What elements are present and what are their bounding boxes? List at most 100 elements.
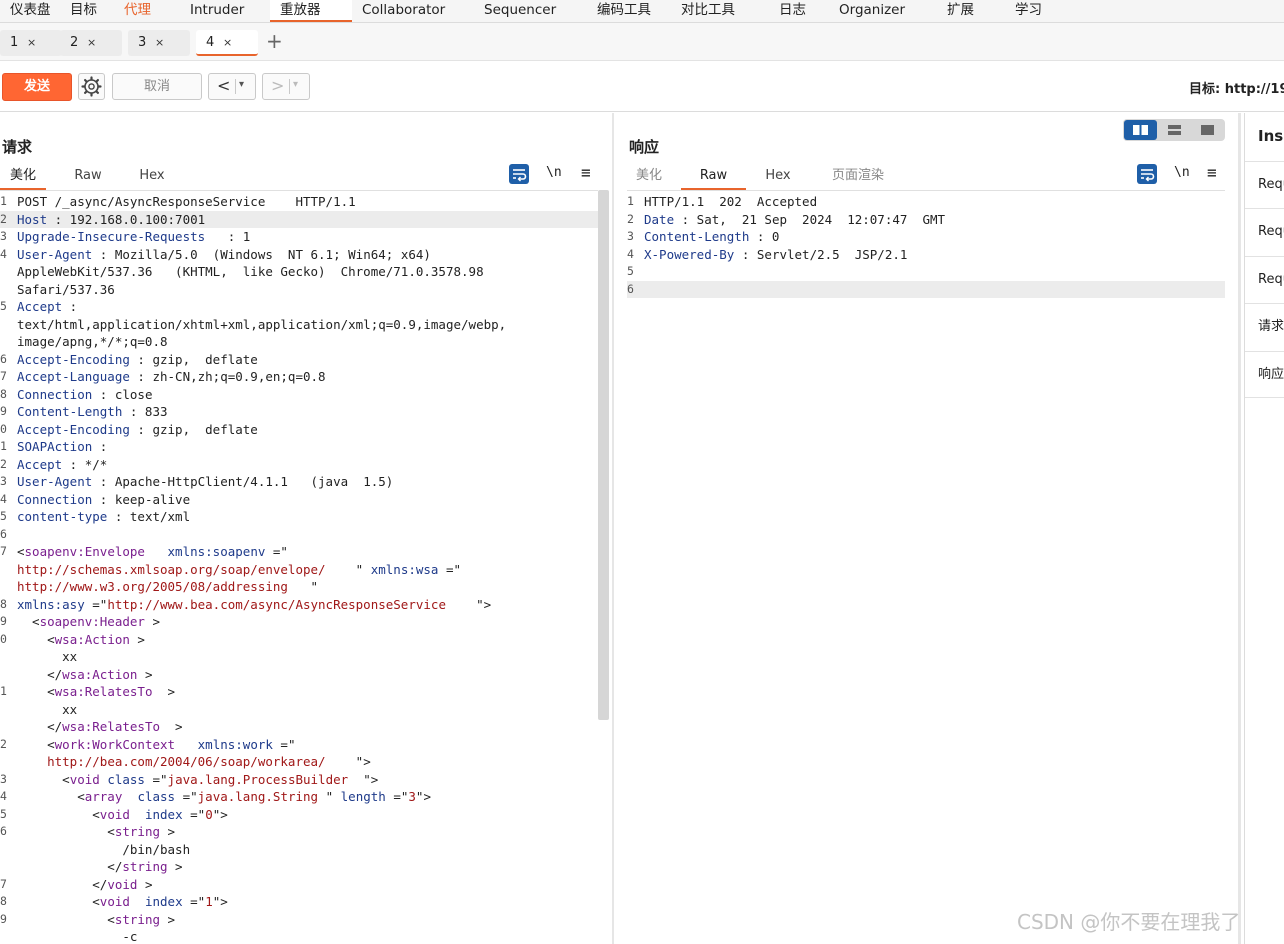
menu-tab[interactable]: Sequencer xyxy=(474,0,587,22)
target-label[interactable]: 目标: http://192 xyxy=(1189,78,1284,97)
code-token: " xyxy=(318,789,341,804)
menu-tab[interactable]: 扩展 xyxy=(937,0,1005,22)
settings-button[interactable] xyxy=(78,73,105,100)
inspector-response-headers[interactable]: 响应标头 xyxy=(1245,351,1284,398)
word-wrap-button[interactable] xyxy=(509,164,529,184)
line-code: <wsa:RelatesTo > xyxy=(17,683,175,701)
line-code: /bin/bash xyxy=(17,841,190,859)
menu-tab[interactable]: 编码工具 xyxy=(587,0,671,22)
split-horizontal-button[interactable] xyxy=(1124,120,1157,140)
response-editor[interactable]: 1 HTTP/1.1 202 Accepted 2 Date : Sat, 21 Se… xyxy=(627,190,1225,944)
tab-render[interactable]: 页面渲染 xyxy=(820,164,896,188)
close-icon[interactable]: × xyxy=(27,30,36,56)
menu-tab[interactable]: 学习 xyxy=(1005,0,1063,22)
send-button[interactable]: 发送 xyxy=(2,73,72,101)
line-number: 3 xyxy=(627,229,634,243)
line-code: Accept-Encoding : gzip, deflate xyxy=(17,421,258,439)
menu-icon[interactable]: ≡ xyxy=(581,163,591,182)
code-token: : gzip, deflate xyxy=(129,421,258,437)
tab-raw[interactable]: Raw xyxy=(681,164,746,190)
menu-tab[interactable]: 重放器 xyxy=(270,0,352,22)
request-scrollbar[interactable] xyxy=(598,190,609,720)
tab-label: 3 xyxy=(138,35,147,50)
code-token: void xyxy=(69,771,100,787)
line-code: AppleWebKit/537.36 (KHTML, like Gecko) C… xyxy=(17,263,484,281)
code-token: xmlns:work xyxy=(197,736,273,752)
code-token: =" xyxy=(385,789,409,804)
code-token: string xyxy=(114,824,160,839)
code-token: > xyxy=(160,911,176,927)
line-code: User-Agent : Mozilla/5.0 (Windows NT 6.1… xyxy=(17,246,431,264)
code-token: < xyxy=(17,789,85,804)
inspector-request-headers[interactable]: 请求标头 xyxy=(1245,303,1284,350)
code-token: </ xyxy=(17,876,108,892)
code-line: </wsa:Action > xyxy=(0,666,598,684)
tab-pretty[interactable]: 美化 xyxy=(0,164,46,190)
menu-tab[interactable]: Collaborator xyxy=(352,0,474,22)
code-token: class xyxy=(107,771,145,787)
repeater-tab-3[interactable]: 3 × xyxy=(128,30,190,56)
code-line: image/apng,*/*;q=0.8 xyxy=(0,333,598,351)
word-wrap-button[interactable] xyxy=(1137,164,1157,184)
chevron-down-icon[interactable]: ▾ xyxy=(239,79,244,90)
menu-icon[interactable]: ≡ xyxy=(1207,163,1217,182)
line-code: <work:WorkContext xmlns:work =" xyxy=(17,736,295,754)
tab-hex[interactable]: Hex xyxy=(754,164,802,188)
add-tab-icon[interactable]: + xyxy=(266,30,283,52)
code-token: =" xyxy=(265,544,288,559)
menu-tab[interactable]: Organizer xyxy=(829,0,937,22)
tabs-layout-button[interactable] xyxy=(1191,120,1224,140)
line-number: 2 xyxy=(0,456,7,471)
newline-toggle-icon[interactable]: \n xyxy=(1174,165,1190,180)
line-number: 3 xyxy=(0,474,7,488)
code-line: 3 User-Agent : Apache-HttpClient/4.1.1 (j… xyxy=(0,473,598,491)
code-token: User-Agent xyxy=(17,474,93,489)
close-icon[interactable]: × xyxy=(155,30,164,56)
pane-divider[interactable] xyxy=(612,113,614,944)
close-icon[interactable]: × xyxy=(223,30,232,56)
code-token: Upgrade-Insecure-Requests xyxy=(17,229,206,244)
newline-toggle-icon[interactable]: \n xyxy=(546,165,562,180)
code-token: "> xyxy=(212,806,228,822)
code-line: xx xyxy=(0,648,598,666)
code-token: "> xyxy=(445,596,492,612)
code-token: </ xyxy=(17,719,63,734)
tab-hex[interactable]: Hex xyxy=(128,164,176,188)
tab-pretty[interactable]: 美化 xyxy=(626,164,672,188)
line-number: 8 xyxy=(0,894,7,908)
repeater-tab-2[interactable]: 2 × xyxy=(60,30,122,56)
menu-tab[interactable]: 日志 xyxy=(769,0,829,22)
request-editor[interactable]: 1 POST /_async/AsyncResponseService HTTP/… xyxy=(0,190,598,944)
forward-button[interactable]: > ▾ xyxy=(262,73,310,100)
close-icon[interactable]: × xyxy=(87,30,96,56)
split-vertical-button[interactable] xyxy=(1158,120,1191,140)
code-token: http://bea.com/2004/06/soap/workarea/ xyxy=(47,754,326,769)
menu-tab[interactable]: Intruder xyxy=(180,0,270,22)
code-token: "> xyxy=(348,771,379,787)
inspector-body-params[interactable]: Request body parameters xyxy=(1245,256,1284,303)
code-token: : Servlet/2.5 JSP/2.1 xyxy=(734,246,908,262)
inspector-query-params[interactable]: Request query parameters xyxy=(1245,208,1284,255)
code-token: "> xyxy=(325,754,371,769)
menu-tab[interactable]: 代理 xyxy=(114,0,180,22)
inspector-request-attributes[interactable]: Request attributes xyxy=(1245,161,1284,208)
repeater-tab-1[interactable]: 1 × xyxy=(0,30,62,56)
menu-tab[interactable]: 目标 xyxy=(60,0,114,22)
code-line: 6 xyxy=(627,280,1225,298)
menu-tab[interactable]: 对比工具 xyxy=(671,0,769,22)
code-token: soapenv:Header xyxy=(39,614,145,629)
chevron-down-icon[interactable]: ▾ xyxy=(293,79,298,90)
back-button[interactable]: < ▾ xyxy=(208,73,256,100)
code-token: =" xyxy=(144,771,168,787)
menu-tab[interactable]: 仪表盘 xyxy=(0,0,60,22)
code-token: http://www.w3.org/2005/08/addressing xyxy=(17,579,288,594)
line-number: 3 xyxy=(0,229,7,243)
tab-raw[interactable]: Raw xyxy=(64,164,112,188)
code-token: SOAPAction xyxy=(17,439,93,454)
line-code: Connection : close xyxy=(17,386,152,404)
repeater-tab-4[interactable]: 4 × xyxy=(196,30,258,56)
code-token: soapenv:Envelope xyxy=(24,544,145,559)
code-line: 9 <string > xyxy=(0,911,598,929)
inspector-divider[interactable] xyxy=(1238,113,1241,944)
cancel-button[interactable]: 取消 xyxy=(112,73,202,100)
